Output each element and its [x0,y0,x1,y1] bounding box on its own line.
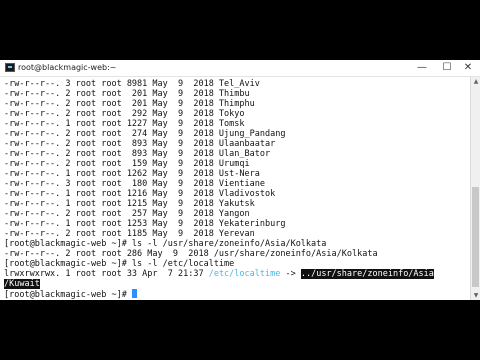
scrollbar-thumb[interactable] [472,187,479,287]
window-title: root@blackmagic-web:~ [18,63,117,72]
output-line: -rw-r--r--. 1 root root 1215 May 9 2018 … [4,199,255,209]
symlink-line-continued: /Kuwait [4,279,40,289]
output-line: -rw-r--r--. 2 root root 159 May 9 2018 U… [4,159,250,169]
minimize-button[interactable]: — [412,60,432,76]
symlink-line: lrwxrwxrwx. 1 root root 33 Apr 7 21:37 /… [4,269,434,279]
title-bar[interactable]: root@blackmagic-web:~ — ☐ ✕ [0,60,480,77]
scroll-down-arrow-icon[interactable]: ▼ [471,291,480,300]
output-line: -rw-r--r--. 1 root root 1253 May 9 2018 … [4,219,286,229]
output-line: -rw-r--r--. 2 root root 201 May 9 2018 T… [4,89,250,99]
command-line: [root@blackmagic-web ~]# ls -l /usr/shar… [4,239,327,249]
output-line: -rw-r--r--. 1 root root 1262 May 9 2018 … [4,169,260,179]
output-line: -rw-r--r--. 2 root root 292 May 9 2018 T… [4,109,245,119]
terminal-window: root@blackmagic-web:~ — ☐ ✕ -rw-r--r--. … [0,60,480,300]
text-cursor [131,289,137,298]
maximize-button[interactable]: ☐ [437,60,457,76]
output-line: -rw-r--r--. 2 root root 893 May 9 2018 U… [4,149,271,159]
output-line: -rw-r--r--. 3 root root 180 May 9 2018 V… [4,179,265,189]
terminal-output[interactable]: -rw-r--r--. 3 root root 8981 May 9 2018 … [0,77,470,300]
scroll-up-arrow-icon[interactable]: ▲ [471,77,480,86]
output-line: -rw-r--r--. 2 root root 1185 May 9 2018 … [4,229,255,239]
terminal-icon [5,63,15,72]
active-prompt-line[interactable]: [root@blackmagic-web ~]# [4,289,137,300]
symlink-name: /etc/localtime [208,269,281,279]
output-line: -rw-r--r--. 2 root root 893 May 9 2018 U… [4,139,276,149]
output-line: -rw-r--r--. 2 root root 274 May 9 2018 U… [4,129,286,139]
output-line: -rw-r--r--. 1 root root 1216 May 9 2018 … [4,189,276,199]
output-line: -rw-r--r--. 2 root root 257 May 9 2018 Y… [4,209,250,219]
close-button[interactable]: ✕ [458,60,478,76]
symlink-prefix: lrwxrwxrwx. 1 root root 33 Apr 7 21:37 [4,269,209,279]
selected-target-text[interactable]: ../usr/share/zoneinfo/Asia [300,269,434,279]
output-line: -rw-r--r--. 2 root root 201 May 9 2018 T… [4,99,255,109]
selected-target-text[interactable]: /Kuwait [4,279,40,289]
symlink-arrow: -> [280,269,301,279]
output-line: -rw-r--r--. 3 root root 8981 May 9 2018 … [4,79,260,89]
output-line: -rw-r--r--. 2 root root 286 May 9 2018 /… [4,249,378,259]
prompt: [root@blackmagic-web ~]# [4,290,132,300]
command-line: [root@blackmagic-web ~]# ls -l /etc/loca… [4,259,235,269]
vertical-scrollbar[interactable]: ▲ ▼ [470,77,480,300]
output-line: -rw-r--r--. 1 root root 1227 May 9 2018 … [4,119,245,129]
